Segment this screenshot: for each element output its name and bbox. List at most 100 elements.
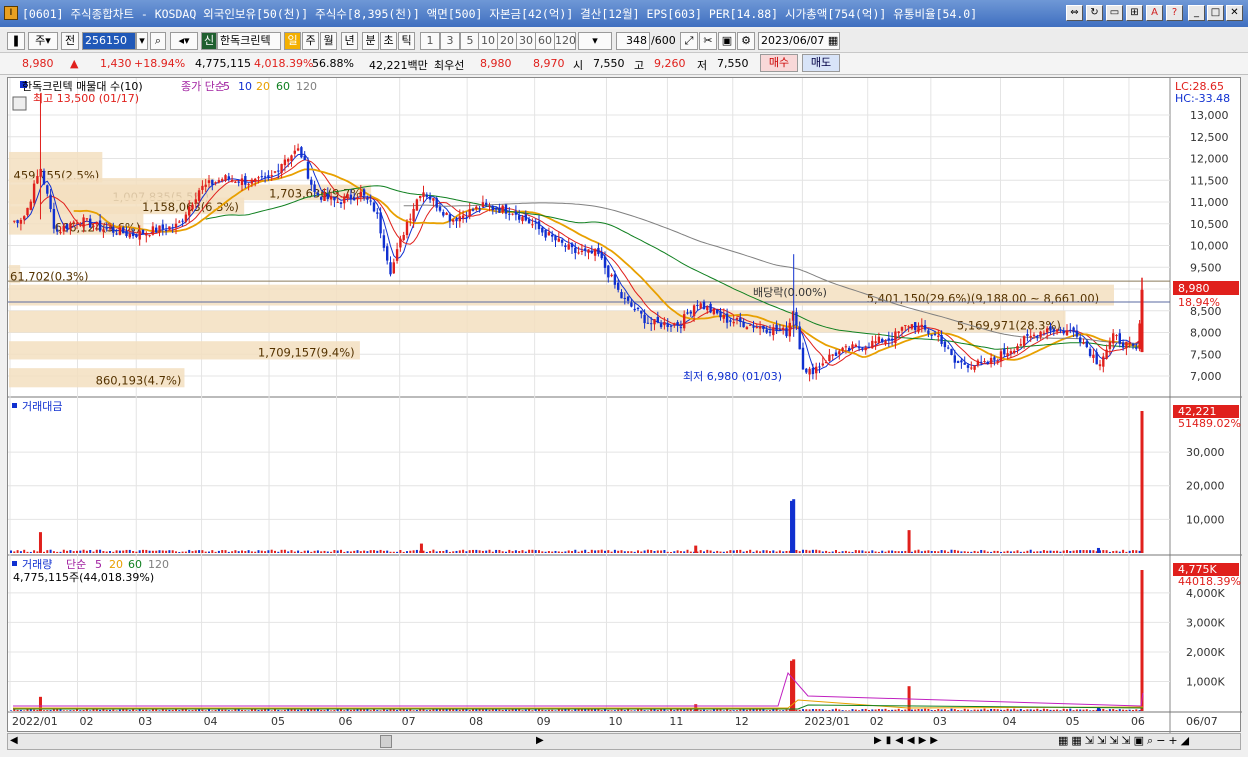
candle-body	[343, 196, 346, 204]
amount-bar	[23, 549, 26, 553]
grid-toggle-icon[interactable]	[12, 96, 27, 111]
candle-body	[158, 225, 161, 233]
quote-bar: 8,980 ▲ 1,430 +18.94% 4,775,115 4,018.39…	[0, 53, 1248, 75]
period-tick[interactable]: 틱	[398, 32, 415, 50]
date-input[interactable]: 2023/06/07 ▦	[758, 32, 840, 50]
candle-body	[395, 249, 399, 261]
zoom-controls[interactable]: ▦▦⇲⇲⇲⇲▣⌕−+◢	[1058, 734, 1192, 748]
period-minute[interactable]: 분	[362, 32, 379, 50]
chart-area[interactable]: 459,755(2.5%)1,007,835(5.5%)666,124(3.6%…	[7, 77, 1242, 733]
candle-body	[963, 362, 966, 365]
volume-bar	[1023, 710, 1026, 711]
volume-bar	[1122, 709, 1125, 711]
amount-bar	[472, 549, 474, 553]
interval-select[interactable]: ▾	[578, 32, 612, 50]
playback-controls[interactable]: ▶▮◀◀▶▶	[874, 735, 942, 746]
refresh-icon[interactable]: ↻	[1086, 5, 1103, 21]
scroll-left-icon[interactable]: ◀	[10, 735, 18, 746]
volume-bar	[214, 709, 217, 711]
amount-bar	[468, 550, 471, 553]
speaker-icon[interactable]: ◂▾	[170, 32, 198, 50]
volume-bar	[468, 709, 471, 711]
chart-type-icon[interactable]: ⤢	[680, 32, 698, 50]
maximize-icon[interactable]: □	[1207, 5, 1224, 21]
volume-bar	[224, 709, 227, 711]
sell-button[interactable]: 매도	[802, 54, 840, 72]
amount-bar	[584, 549, 587, 553]
amount-bar	[1056, 550, 1059, 553]
interval-60[interactable]: 60	[535, 32, 555, 50]
candle-body	[976, 360, 980, 366]
amount-bar	[894, 551, 897, 553]
settings-icon[interactable]: ⚙	[737, 32, 755, 50]
minimize-icon[interactable]: _	[1188, 5, 1205, 21]
close-icon[interactable]: ✕	[1226, 5, 1243, 21]
candle-body	[785, 327, 788, 337]
amount-bar	[772, 550, 775, 553]
interval-30[interactable]: 30	[516, 32, 536, 50]
volume-bar	[811, 709, 814, 711]
window-icon[interactable]: ▭	[1106, 5, 1123, 21]
candle-body	[956, 361, 960, 363]
candle-body	[702, 301, 706, 310]
interval-10[interactable]: 10	[478, 32, 498, 50]
stock-name: 한독크린텍	[217, 32, 281, 50]
volume-bar	[828, 709, 831, 711]
volume-tag-sub: 44018.39%	[1178, 575, 1241, 588]
interval-5[interactable]: 5	[460, 32, 480, 50]
scroll-right-icon[interactable]: ▶	[536, 735, 544, 746]
chart-scrollbar[interactable]: ◀ ▶ ▶▮◀◀▶▶ ▦▦⇲⇲⇲⇲▣⌕−+◢	[7, 733, 1241, 750]
volume-bar	[16, 709, 19, 711]
y-tick-label: 8,000	[1190, 327, 1222, 340]
type-select[interactable]: 주▾	[28, 32, 58, 50]
period-week[interactable]: 주	[302, 32, 319, 50]
candle-body	[46, 185, 49, 194]
amount-bar	[333, 550, 336, 553]
candle-body	[356, 197, 359, 199]
interval-20[interactable]: 20	[497, 32, 517, 50]
search-icon[interactable]: ⌕	[150, 32, 166, 50]
volume-bar	[732, 710, 735, 711]
stock-icon[interactable]: ❚	[7, 32, 25, 50]
period-day[interactable]: 일	[284, 32, 301, 50]
profile-label: 1,709,157(9.4%)	[258, 345, 355, 359]
amount-bar	[415, 549, 418, 553]
period-month[interactable]: 월	[320, 32, 337, 50]
volume-bar	[1033, 709, 1035, 711]
alert-icon[interactable]: A	[1146, 5, 1163, 21]
vol-ma-120: 120	[148, 558, 169, 571]
buy-button[interactable]: 매수	[760, 54, 798, 72]
period-year[interactable]: 년	[341, 32, 358, 50]
candle-body	[574, 247, 577, 253]
scroll-thumb[interactable]	[380, 735, 392, 748]
interval-1[interactable]: 1	[420, 32, 440, 50]
save-icon[interactable]: ▣	[718, 32, 736, 50]
x-tick-label: 08	[469, 715, 483, 728]
candle-body	[197, 190, 201, 201]
tools-icon[interactable]: ✂	[699, 32, 717, 50]
volume-bar	[128, 710, 131, 711]
volume-bar	[118, 709, 121, 711]
candle-body	[435, 198, 438, 208]
volume-bar	[448, 709, 451, 711]
volume-bar	[604, 709, 606, 711]
amount-bar	[561, 551, 564, 553]
stock-code-input[interactable]: 256150	[82, 32, 136, 50]
amount-bar	[231, 551, 234, 553]
period-second[interactable]: 초	[380, 32, 397, 50]
pin-icon[interactable]: ⊞	[1126, 5, 1143, 21]
help-icon[interactable]: ?	[1166, 5, 1183, 21]
candle-body	[145, 233, 148, 236]
volume-bar	[59, 709, 62, 711]
prev-button[interactable]: 전	[61, 32, 79, 50]
interval-120[interactable]: 120	[554, 32, 576, 50]
amount-bar	[650, 550, 653, 553]
link-icon[interactable]: ⇔	[1066, 5, 1083, 21]
amount-bar	[970, 551, 973, 553]
vol-ma-60: 60	[128, 558, 142, 571]
code-dropdown-icon[interactable]: ▾	[136, 32, 148, 50]
candle-body	[184, 214, 188, 222]
interval-3[interactable]: 3	[440, 32, 460, 50]
bar-count-input[interactable]: 348	[616, 32, 650, 50]
candle-body	[92, 225, 95, 227]
